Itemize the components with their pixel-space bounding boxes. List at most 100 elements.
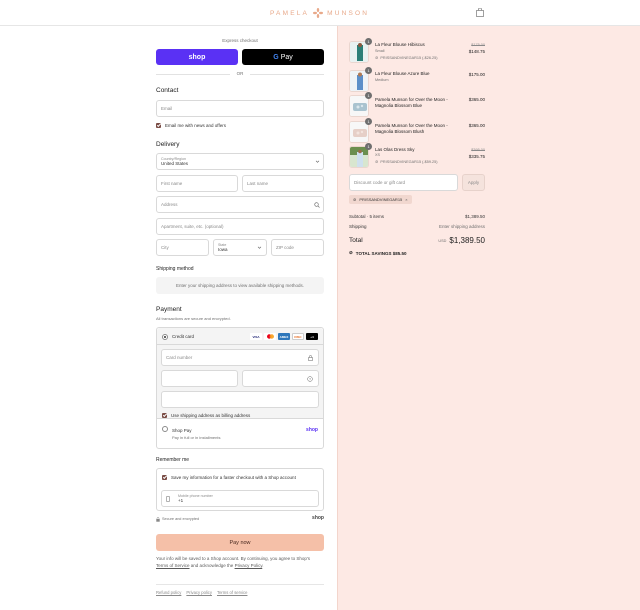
help-icon[interactable]: ? <box>307 376 313 382</box>
shop-pay-express-button[interactable]: shop <box>156 49 238 65</box>
zip-field[interactable]: ZIP code <box>271 239 324 256</box>
terms-of-service-footer-link[interactable]: Terms of service <box>217 590 247 595</box>
shop-pay-logo: shop <box>306 427 318 433</box>
total-savings-text: TOTAL SAVINGS $85.50 <box>355 250 407 256</box>
city-field[interactable]: City <box>156 239 209 256</box>
original-price: $395.00 <box>471 148 485 152</box>
product-price: $335.75 <box>468 154 485 159</box>
remove-code-icon[interactable]: × <box>405 197 407 202</box>
tag-icon: ⊘ <box>375 55 379 60</box>
total-savings: ⊘ TOTAL SAVINGS $85.50 <box>349 250 406 256</box>
discount-code-input[interactable]: Discount code or gift card <box>349 174 458 191</box>
product-name: Pamela Munson for Over the Moon - Magnol… <box>375 123 448 134</box>
shipping-method-heading: Shipping method <box>156 266 194 272</box>
credit-card-fields: Card number ? Use shipping address as bi… <box>157 345 323 419</box>
product-price: $148.75 <box>468 49 485 54</box>
svg-text:?: ? <box>309 377 311 381</box>
shop-pay-option[interactable]: Shop Pay Pay in full or in installments … <box>157 419 323 448</box>
or-divider: OR <box>156 70 324 78</box>
discount-code-placeholder: Discount code or gift card <box>354 180 406 185</box>
cart-item: 1 La Fleur Blouse Azure Blue Medium $175… <box>349 67 485 94</box>
original-price: $175.00 <box>471 43 485 47</box>
apartment-placeholder: Apartment, suite, etc. (optional) <box>161 224 224 229</box>
lock-icon <box>308 355 313 361</box>
product-variant: Small <box>375 49 385 53</box>
shop-logo: shop <box>312 515 324 521</box>
phone-value: +1 <box>178 498 184 503</box>
state-value: Iowa <box>218 247 228 252</box>
privacy-policy-link[interactable]: Privacy Policy <box>235 563 263 568</box>
privacy-policy-footer-link[interactable]: Privacy policy <box>186 590 212 595</box>
total-row: Total USD $1,389.50 <box>349 236 485 245</box>
product-discount: ⊘ PRISSANDVINEGAR15 (-$59.25) <box>375 159 438 164</box>
name-on-card-field[interactable] <box>161 391 319 408</box>
email-field[interactable]: Email <box>156 100 324 117</box>
billing-same-label: Use shipping address as billing address <box>171 413 251 418</box>
product-variant: XS <box>375 153 381 157</box>
shipping-row: Shipping Enter shipping address <box>349 224 485 229</box>
country-value: United States <box>161 161 189 166</box>
billing-same-checkbox[interactable] <box>162 413 167 418</box>
shop-pay-subtitle: Pay in full or in installments <box>172 435 221 440</box>
discover-icon: DISC <box>292 333 304 340</box>
address-placeholder: Address <box>161 202 178 207</box>
chevron-down-icon <box>257 246 262 249</box>
shipping-value: Enter shipping address <box>438 224 485 229</box>
shopping-bag-icon[interactable] <box>476 8 484 17</box>
card-number-placeholder: Card number <box>166 355 193 360</box>
apply-button[interactable]: Apply <box>462 174 485 191</box>
site-header: PAMELA MUNSON <box>0 0 640 26</box>
logo-text-right: MUNSON <box>327 9 370 17</box>
city-placeholder: City <box>161 245 169 250</box>
delivery-heading: Delivery <box>156 141 180 148</box>
more-cards-icon: +4 <box>306 333 318 340</box>
first-name-placeholder: First name <box>161 181 183 186</box>
amex-icon: AMEX <box>278 333 290 340</box>
product-price: $365.00 <box>468 123 485 128</box>
zip-placeholder: ZIP code <box>276 245 294 250</box>
payment-options: Credit card VISA AMEX DISC +4 Card numbe… <box>156 327 324 449</box>
cart-item: 1 Pamela Munson for Over the Moon - Magn… <box>349 92 485 119</box>
expiry-field[interactable] <box>161 370 238 387</box>
product-name: Pamela Munson for Over the Moon - Magnol… <box>375 97 448 108</box>
tag-icon: ⊘ <box>353 197 357 202</box>
logo-flower-icon <box>313 8 324 18</box>
credit-card-radio[interactable] <box>162 333 168 340</box>
country-select[interactable]: Country/Region United States <box>156 153 324 170</box>
total-label: Total <box>349 237 363 244</box>
subtotal-label: Subtotal · 5 items <box>349 214 385 219</box>
quantity-badge: 1 <box>365 38 372 45</box>
news-checkbox[interactable] <box>156 123 161 128</box>
google-pay-button[interactable]: G Pay <box>242 49 324 65</box>
last-name-placeholder: Last name <box>247 181 269 186</box>
apartment-field[interactable]: Apartment, suite, etc. (optional) <box>156 218 324 235</box>
mobile-phone-field[interactable]: Mobile phone number +1 <box>161 490 319 507</box>
card-number-field[interactable]: Card number <box>161 349 319 366</box>
fine-print: Your info will be saved to a Shop accoun… <box>156 556 324 569</box>
footer-divider <box>156 584 324 585</box>
payment-heading: Payment <box>156 306 182 313</box>
or-label: OR <box>236 71 244 76</box>
save-info-label: Save my information for a faster checkou… <box>171 475 296 480</box>
product-price: $365.00 <box>468 97 485 102</box>
mastercard-icon <box>264 333 276 340</box>
first-name-field[interactable]: First name <box>156 175 238 192</box>
fine-print-and: and acknowledge the <box>189 562 235 568</box>
refund-policy-link[interactable]: Refund policy <box>156 590 181 595</box>
quantity-badge: 1 <box>365 92 372 99</box>
terms-of-service-link[interactable]: Terms of Service <box>156 563 190 568</box>
brand-logo[interactable]: PAMELA MUNSON <box>270 8 369 18</box>
search-icon <box>314 202 320 208</box>
tag-icon: ⊘ <box>375 159 379 164</box>
last-name-field[interactable]: Last name <box>242 175 324 192</box>
address-field[interactable]: Address <box>156 196 324 213</box>
credit-card-option[interactable]: Credit card VISA AMEX DISC +4 <box>157 328 323 345</box>
shipping-method-message: Enter your shipping address to view avai… <box>156 277 324 294</box>
lock-icon <box>156 517 160 522</box>
subtotal-value: $1,389.50 <box>464 214 485 219</box>
save-info-checkbox[interactable] <box>162 475 167 480</box>
subtotal-row: Subtotal · 5 items $1,389.50 <box>349 214 485 219</box>
applied-discount-chip: ⊘ PRISSANDVINEGAR15 × <box>349 195 412 204</box>
pay-now-button[interactable]: Pay now <box>156 534 324 551</box>
shop-pay-radio[interactable] <box>162 426 168 432</box>
